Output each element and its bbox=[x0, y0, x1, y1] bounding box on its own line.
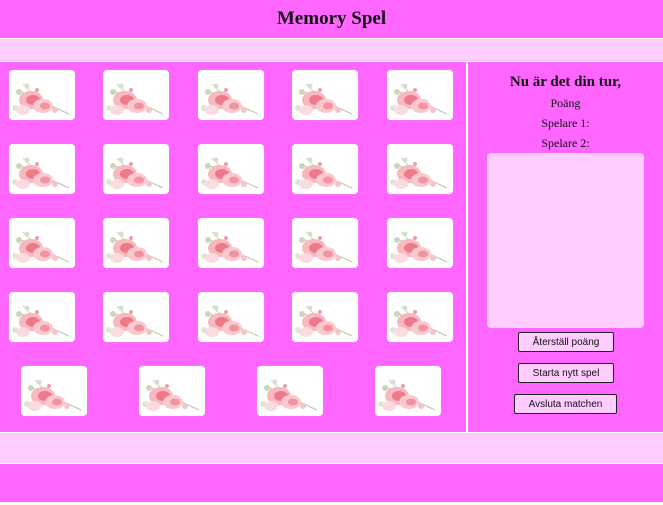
rose-flower-icon bbox=[387, 292, 453, 342]
rose-flower-icon bbox=[103, 292, 169, 342]
bottom-band bbox=[0, 433, 663, 463]
rose-flower-icon bbox=[387, 218, 453, 268]
rose-flower-icon bbox=[139, 366, 205, 416]
rose-flower-icon bbox=[9, 144, 75, 194]
memory-card[interactable] bbox=[387, 292, 453, 342]
top-band bbox=[0, 39, 663, 61]
memory-card[interactable] bbox=[198, 218, 264, 268]
player1-score: Spelare 1: bbox=[541, 116, 590, 130]
memory-card[interactable] bbox=[103, 292, 169, 342]
memory-card[interactable] bbox=[198, 144, 264, 194]
memory-card[interactable] bbox=[198, 70, 264, 120]
rose-flower-icon bbox=[257, 366, 323, 416]
end-match-button[interactable]: Avsluta matchen bbox=[514, 394, 617, 414]
memory-card[interactable] bbox=[387, 144, 453, 194]
rose-flower-icon bbox=[103, 144, 169, 194]
rose-flower-icon bbox=[375, 366, 441, 416]
memory-card[interactable] bbox=[9, 218, 75, 268]
memory-card[interactable] bbox=[257, 366, 323, 416]
memory-card[interactable] bbox=[198, 292, 264, 342]
memory-card[interactable] bbox=[292, 292, 358, 342]
rose-flower-icon bbox=[387, 144, 453, 194]
rose-flower-icon bbox=[9, 70, 75, 120]
turn-indicator: Nu är det din tur, bbox=[509, 74, 622, 90]
memory-card[interactable] bbox=[292, 218, 358, 268]
memory-card[interactable] bbox=[9, 144, 75, 194]
rose-flower-icon bbox=[198, 292, 264, 342]
memory-card[interactable] bbox=[103, 218, 169, 268]
rose-flower-icon bbox=[21, 366, 87, 416]
page-header: Memory Spel bbox=[0, 0, 663, 38]
memory-card[interactable] bbox=[9, 70, 75, 120]
new-game-button[interactable]: Starta nytt spel bbox=[518, 363, 614, 383]
rose-flower-icon bbox=[103, 70, 169, 120]
game-board bbox=[0, 62, 466, 432]
rose-flower-icon bbox=[292, 292, 358, 342]
rose-flower-icon bbox=[9, 292, 75, 342]
player2-score: Spelare 2: bbox=[541, 136, 590, 150]
memory-card[interactable] bbox=[21, 366, 87, 416]
rose-flower-icon bbox=[198, 70, 264, 120]
memory-card[interactable] bbox=[103, 144, 169, 194]
memory-card[interactable] bbox=[387, 218, 453, 268]
memory-card[interactable] bbox=[139, 366, 205, 416]
memory-card[interactable] bbox=[292, 144, 358, 194]
score-title: Poäng bbox=[550, 96, 581, 110]
rose-flower-icon bbox=[292, 70, 358, 120]
rose-flower-icon bbox=[103, 218, 169, 268]
memory-card[interactable] bbox=[387, 70, 453, 120]
rose-flower-icon bbox=[387, 70, 453, 120]
memory-card[interactable] bbox=[292, 70, 358, 120]
message-area bbox=[487, 153, 644, 328]
rose-flower-icon bbox=[292, 144, 358, 194]
rose-flower-icon bbox=[9, 218, 75, 268]
reset-score-button[interactable]: Återställ poäng bbox=[518, 332, 614, 352]
page-footer bbox=[0, 464, 663, 502]
rose-flower-icon bbox=[292, 218, 358, 268]
page-title: Memory Spel bbox=[276, 8, 387, 29]
memory-card[interactable] bbox=[103, 70, 169, 120]
side-panel: Nu är det din tur, Poäng Spelare 1: Spel… bbox=[468, 62, 663, 432]
memory-card[interactable] bbox=[9, 292, 75, 342]
rose-flower-icon bbox=[198, 218, 264, 268]
rose-flower-icon bbox=[198, 144, 264, 194]
memory-card[interactable] bbox=[375, 366, 441, 416]
